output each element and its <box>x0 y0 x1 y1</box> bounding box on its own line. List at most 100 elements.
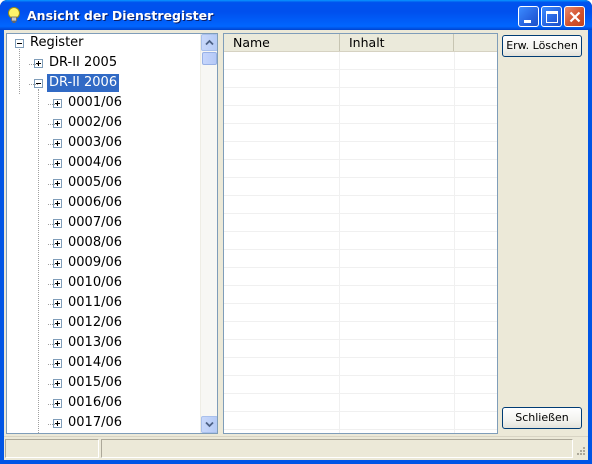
list-item[interactable] <box>224 250 497 268</box>
lightbulb-icon <box>8 7 20 23</box>
column-header-inhalt[interactable]: Inhalt <box>340 34 454 51</box>
tree-node-label: 0002/06 <box>68 115 123 130</box>
tree-connector <box>29 84 38 85</box>
tree-guide-line <box>38 89 39 433</box>
tree-node-entry[interactable]: 0006/06 <box>7 194 201 214</box>
tree-node-label: DR-II 2006 <box>47 74 120 92</box>
list-item[interactable] <box>224 142 497 160</box>
list-item[interactable] <box>224 232 497 250</box>
list-item[interactable] <box>224 106 497 124</box>
schliessen-button[interactable]: Schließen <box>502 407 582 429</box>
tree-node-label: 0005/06 <box>68 175 123 190</box>
list-item[interactable] <box>224 160 497 178</box>
tree-connector <box>48 324 57 325</box>
tree-node-entry[interactable]: 0012/06 <box>7 314 201 334</box>
list-item[interactable] <box>224 358 497 376</box>
list-item[interactable] <box>224 286 497 304</box>
tree-node-entry[interactable]: 0009/06 <box>7 254 201 274</box>
list-item[interactable] <box>224 304 497 322</box>
tree-connector <box>48 284 57 285</box>
status-pane-left <box>5 439 99 458</box>
resize-grip-icon[interactable] <box>574 446 586 458</box>
window-frame-right <box>588 30 592 464</box>
tree-node-label: 0017/06 <box>68 415 123 430</box>
tree-node-entry[interactable]: 0010/06 <box>7 274 201 294</box>
tree-node-label: 0013/06 <box>68 335 123 350</box>
tree-node-entry[interactable]: 0015/06 <box>7 374 201 394</box>
tree-connector <box>48 404 57 405</box>
list-item[interactable] <box>224 70 497 88</box>
list-item[interactable] <box>224 376 497 394</box>
tree-node-entry[interactable]: 0013/06 <box>7 334 201 354</box>
tree-connector <box>48 264 57 265</box>
maximize-button[interactable] <box>541 6 562 27</box>
tree-node-label: 0012/06 <box>68 315 123 330</box>
tree-guide-line <box>19 49 20 94</box>
tree-node-label: 0011/06 <box>68 295 123 310</box>
list-item[interactable] <box>224 52 497 70</box>
tree-node-entry[interactable]: 0017/06 <box>7 414 201 433</box>
tree-node-label: 0004/06 <box>68 155 123 170</box>
tree-connector <box>48 424 57 425</box>
tree-connector <box>48 364 57 365</box>
window-title: Ansicht der Dienstregister <box>27 8 214 23</box>
collapse-icon[interactable] <box>15 39 24 48</box>
tree-node-label: DR-II 2005 <box>49 55 118 70</box>
minimize-button[interactable] <box>518 6 539 27</box>
chevron-down-icon <box>205 421 214 428</box>
tree-node-label: 0015/06 <box>68 375 123 390</box>
maximize-icon <box>546 11 558 23</box>
scroll-down-button[interactable] <box>201 416 217 433</box>
register-tree[interactable]: Register DR-II 2005 DR-II 2006 0001/06 0002/… <box>6 33 218 434</box>
tree-connector <box>48 204 57 205</box>
tree-node-entry[interactable]: 0001/06 <box>7 94 201 114</box>
tree-node-entry[interactable]: 0004/06 <box>7 154 201 174</box>
tree-node-entry[interactable]: 0014/06 <box>7 354 201 374</box>
tree-connector <box>48 164 57 165</box>
list-item[interactable] <box>224 340 497 358</box>
close-icon <box>569 11 581 23</box>
tree-node-label: 0014/06 <box>68 355 123 370</box>
tree-node-label: 0003/06 <box>68 135 123 150</box>
close-button[interactable] <box>564 6 585 27</box>
tree-node-entry[interactable]: 0016/06 <box>7 394 201 414</box>
tree-node-entry[interactable]: 0005/06 <box>7 174 201 194</box>
list-item[interactable] <box>224 124 497 142</box>
tree-node-entry[interactable]: 0008/06 <box>7 234 201 254</box>
list-item[interactable] <box>224 268 497 286</box>
tree-connector <box>48 304 57 305</box>
tree-node-entry[interactable]: 0011/06 <box>7 294 201 314</box>
column-separator <box>454 52 455 433</box>
list-item[interactable] <box>224 394 497 412</box>
scroll-up-button[interactable] <box>201 34 217 51</box>
column-header-name[interactable]: Name <box>224 34 340 51</box>
erw-loeschen-button[interactable]: Erw. Löschen <box>502 35 582 57</box>
tree-node-entry[interactable]: 0003/06 <box>7 134 201 154</box>
list-item[interactable] <box>224 196 497 214</box>
list-item[interactable] <box>224 88 497 106</box>
tree-connector <box>48 184 57 185</box>
status-pane-main <box>101 439 573 458</box>
tree-connector <box>48 144 57 145</box>
title-bar[interactable]: Ansicht der Dienstregister <box>0 0 592 30</box>
tree-connector <box>48 124 57 125</box>
tree-connector <box>48 104 57 105</box>
chevron-up-icon <box>205 39 214 46</box>
tree-node-label: 0009/06 <box>68 255 123 270</box>
column-separator <box>339 52 340 433</box>
list-item[interactable] <box>224 322 497 340</box>
tree-connector <box>48 224 57 225</box>
list-item[interactable] <box>224 412 497 430</box>
minimize-icon <box>524 20 531 23</box>
list-item[interactable] <box>224 214 497 232</box>
tree-node-label: 0008/06 <box>68 235 123 250</box>
tree-node-root[interactable]: Register <box>7 34 201 54</box>
tree-node-entry[interactable]: 0002/06 <box>7 114 201 134</box>
details-list[interactable]: Name Inhalt <box>223 33 498 434</box>
tree-connector <box>48 244 57 245</box>
tree-vertical-scrollbar[interactable] <box>200 34 217 433</box>
scroll-thumb[interactable] <box>202 52 217 65</box>
tree-node-entry[interactable]: 0007/06 <box>7 214 201 234</box>
list-item[interactable] <box>224 178 497 196</box>
app-window: Ansicht der Dienstregister Register DR-II… <box>0 0 592 464</box>
